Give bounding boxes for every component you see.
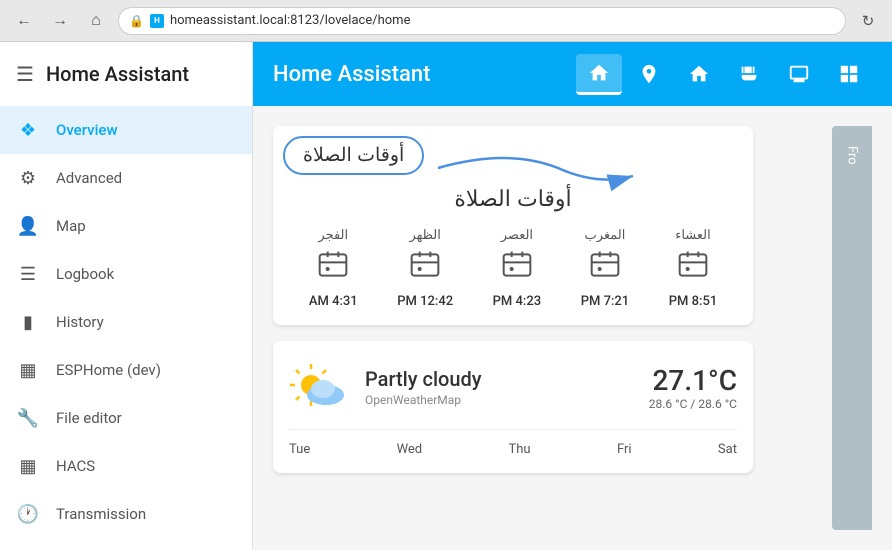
sidebar-title: Home Assistant [46, 62, 189, 86]
prayer-item-fajr: الفجر 4:31 AM [309, 228, 358, 309]
weather-partly-cloudy-icon [289, 357, 349, 417]
sidebar-item-esphome[interactable]: ▦ ESPHome (dev) [0, 346, 252, 394]
right-panel: Fro [832, 126, 872, 530]
prayer-times-grid: العشاء 8:51 PM المغرب 7:21 PM [289, 228, 737, 309]
prayer-time-isha: 8:51 PM [669, 294, 718, 309]
home-button[interactable]: ⌂ [82, 7, 110, 35]
prayer-icon-asr [501, 249, 533, 288]
prayer-time-dhuhr: 12:42 PM [397, 294, 453, 309]
right-panel-label: Fro [845, 146, 860, 165]
prayer-icon-maghrib [589, 249, 621, 288]
prayer-name-dhuhr: الظهر [409, 228, 440, 243]
sidebar-item-label-history: History [56, 313, 104, 331]
tab-home[interactable] [576, 54, 622, 95]
prayer-item-isha: العشاء 8:51 PM [669, 228, 718, 309]
prayer-time-asr: 4:23 PM [493, 294, 542, 309]
sidebar-item-file-editor[interactable]: 🔧 File editor [0, 394, 252, 442]
map-icon: 👤 [16, 216, 40, 237]
weather-day-wed: Wed [397, 442, 423, 457]
site-favicon: H [150, 14, 164, 28]
sidebar-item-label-file-editor: File editor [56, 409, 122, 427]
prayer-item-maghrib: المغرب 7:21 PM [581, 228, 630, 309]
prayer-name-maghrib: المغرب [585, 228, 626, 243]
overview-icon: ❖ [16, 120, 40, 141]
prayer-name-fajr: الفجر [318, 228, 348, 243]
weather-icon-container [289, 357, 349, 417]
sidebar-item-label-overview: Overview [56, 121, 118, 139]
weather-day-sat: Sat [718, 442, 737, 457]
advanced-icon: ⚙ [16, 168, 40, 189]
transmission-icon: 🕐 [16, 504, 40, 525]
prayer-time-fajr: 4:31 AM [309, 294, 358, 309]
security-icon: 🔒 [129, 14, 144, 28]
weather-info: Partly cloudy OpenWeatherMap [365, 367, 633, 407]
weather-days: Tue Wed Thu Fri Sat [289, 429, 737, 457]
address-bar[interactable]: 🔒 H homeassistant.local:8123/lovelace/ho… [118, 7, 846, 35]
weather-main: Partly cloudy OpenWeatherMap 27.1°C 28.6… [289, 357, 737, 417]
sidebar-item-history[interactable]: ▮ History [0, 298, 252, 346]
sidebar-item-label-map: Map [56, 217, 86, 235]
weather-temperature: 27.1°C [649, 364, 737, 397]
prayer-time-maghrib: 7:21 PM [581, 294, 630, 309]
top-nav [576, 54, 872, 95]
tab-monitor[interactable] [776, 55, 822, 93]
forward-button[interactable]: → [46, 7, 74, 35]
file-editor-icon: 🔧 [16, 408, 40, 429]
logbook-icon: ☰ [16, 264, 40, 285]
tab-bathtub[interactable] [726, 55, 772, 93]
prayer-item-asr: العصر 4:23 PM [493, 228, 542, 309]
prayer-name-isha: العشاء [675, 228, 711, 243]
weather-day-thu: Thu [509, 442, 531, 457]
tab-house[interactable] [676, 55, 722, 93]
weather-range: 28.6 °C / 28.6 °C [649, 397, 737, 411]
hacs-icon: ▦ [16, 456, 40, 477]
tab-grid[interactable] [826, 55, 872, 93]
history-icon: ▮ [16, 312, 40, 333]
sidebar-header: ☰ Home Assistant [0, 42, 252, 106]
annotation-container: أوقات الصلاة [283, 136, 424, 175]
prayer-icon-fajr [317, 249, 349, 288]
sidebar-item-map[interactable]: 👤 Map [0, 202, 252, 250]
main-content: Home Assistant [253, 42, 892, 550]
prayer-icon-isha [677, 249, 709, 288]
content-area: أوقات الصلاة أوقات الصلاة [253, 106, 892, 550]
url-text: homeassistant.local:8123/lovelace/home [170, 13, 411, 28]
tab-person[interactable] [626, 55, 672, 93]
sidebar-item-label-esphome: ESPHome (dev) [56, 361, 161, 379]
annotation-text: أوقات الصلاة [303, 145, 404, 166]
weather-condition: Partly cloudy [365, 367, 633, 391]
sidebar-item-label-hacs: HACS [56, 457, 95, 475]
topbar-title: Home Assistant [273, 62, 556, 87]
esphome-icon: ▦ [16, 360, 40, 381]
sidebar-item-advanced[interactable]: ⚙ Advanced [0, 154, 252, 202]
annotation-bubble: أوقات الصلاة [283, 136, 424, 175]
menu-toggle-icon[interactable]: ☰ [16, 62, 34, 86]
sidebar-item-label-transmission: Transmission [56, 505, 146, 523]
sidebar-item-hacs[interactable]: ▦ HACS [0, 442, 252, 490]
sidebar: ☰ Home Assistant ❖ Overview ⚙ Advanced 👤… [0, 42, 253, 550]
back-button[interactable]: ← [10, 7, 38, 35]
weather-temp-container: 27.1°C 28.6 °C / 28.6 °C [649, 364, 737, 411]
weather-source: OpenWeatherMap [365, 393, 633, 407]
weather-day-fri: Fri [617, 442, 632, 457]
app-container: ☰ Home Assistant ❖ Overview ⚙ Advanced 👤… [0, 42, 892, 550]
sidebar-item-overview[interactable]: ❖ Overview [0, 106, 252, 154]
sidebar-item-label-logbook: Logbook [56, 265, 114, 283]
prayer-icon-dhuhr [409, 249, 441, 288]
prayer-item-dhuhr: الظهر 12:42 PM [397, 228, 453, 309]
reload-button[interactable]: ↻ [854, 7, 882, 35]
sidebar-item-transmission[interactable]: 🕐 Transmission [0, 490, 252, 538]
prayer-card: أوقات الصلاة أوقات الصلاة [273, 126, 753, 325]
prayer-name-asr: العصر [501, 228, 533, 243]
weather-day-tue: Tue [289, 442, 310, 457]
top-bar: Home Assistant [253, 42, 892, 106]
weather-card: Partly cloudy OpenWeatherMap 27.1°C 28.6… [273, 341, 753, 473]
annotation-arrow-svg [428, 148, 648, 198]
browser-chrome: ← → ⌂ 🔒 H homeassistant.local:8123/lovel… [0, 0, 892, 42]
sidebar-item-label-advanced: Advanced [56, 169, 122, 187]
sidebar-item-logbook[interactable]: ☰ Logbook [0, 250, 252, 298]
